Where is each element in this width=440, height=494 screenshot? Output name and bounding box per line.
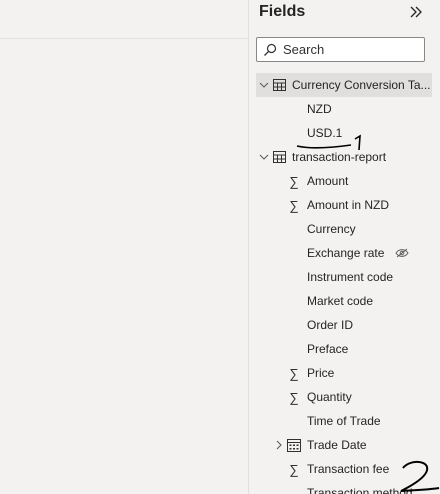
double-chevron-right-icon [410,6,422,18]
field-item[interactable]: Preface [249,337,440,361]
field-item[interactable]: ∑ Transaction fee [249,457,440,481]
fields-search-input[interactable] [283,42,423,57]
field-label: Amount in NZD [307,198,390,212]
table-name: Currency Conversion Ta... [292,78,431,92]
field-item[interactable]: Instrument code [249,265,440,289]
sigma-icon: ∑ [289,197,299,213]
field-label: Transaction method [307,486,413,494]
field-item[interactable]: Market code [249,289,440,313]
table-icon [272,78,286,92]
report-canvas [0,0,248,494]
field-label: Order ID [307,318,354,332]
field-item[interactable]: Currency [249,217,440,241]
field-label: Price [307,366,335,380]
fields-pane: Fields Currency Conversion Ta... NZD USD.1… [249,0,440,494]
field-item[interactable]: NZD [249,97,440,121]
field-label: Time of Trade [307,414,381,428]
table-row[interactable]: transaction-report [249,145,440,169]
field-label: Transaction fee [307,462,390,476]
field-label: NZD [307,102,332,116]
field-item[interactable]: Time of Trade [249,409,440,433]
field-label: Preface [307,342,349,356]
canvas-top-border [0,38,248,39]
field-item[interactable]: Exchange rate [249,241,440,265]
collapse-pane-button[interactable] [405,2,427,22]
field-label: Amount [307,174,349,188]
fields-pane-title: Fields [259,3,306,20]
field-label: USD.1 [307,126,343,140]
field-item[interactable]: Transaction method [249,481,440,494]
chevron-right-icon[interactable] [273,439,285,451]
table-icon [272,150,286,164]
field-label: Currency [307,222,356,236]
field-item[interactable]: ∑ Price [249,361,440,385]
field-item[interactable]: USD.1 [249,121,440,145]
table-row[interactable]: Currency Conversion Ta... [256,73,432,97]
table-name: transaction-report [292,150,387,164]
hidden-eye-icon [395,246,409,260]
field-item[interactable]: Order ID [249,313,440,337]
sigma-icon: ∑ [289,461,299,477]
field-item[interactable]: Trade Date [249,433,440,457]
field-label: Trade Date [307,438,367,452]
sigma-icon: ∑ [289,365,299,381]
field-label: Instrument code [307,270,394,284]
field-item[interactable]: ∑ Quantity [249,385,440,409]
chevron-down-icon[interactable] [258,151,270,163]
field-item[interactable]: ∑ Amount [249,169,440,193]
calendar-icon [287,438,301,452]
search-icon [264,43,277,56]
field-label: Quantity [307,390,352,404]
sigma-icon: ∑ [289,389,299,405]
field-label: Exchange rate [307,246,385,260]
field-item[interactable]: ∑ Amount in NZD [249,193,440,217]
chevron-down-icon[interactable] [258,79,270,91]
field-label: Market code [307,294,374,308]
sigma-icon: ∑ [289,173,299,189]
fields-search-box[interactable] [256,37,425,62]
